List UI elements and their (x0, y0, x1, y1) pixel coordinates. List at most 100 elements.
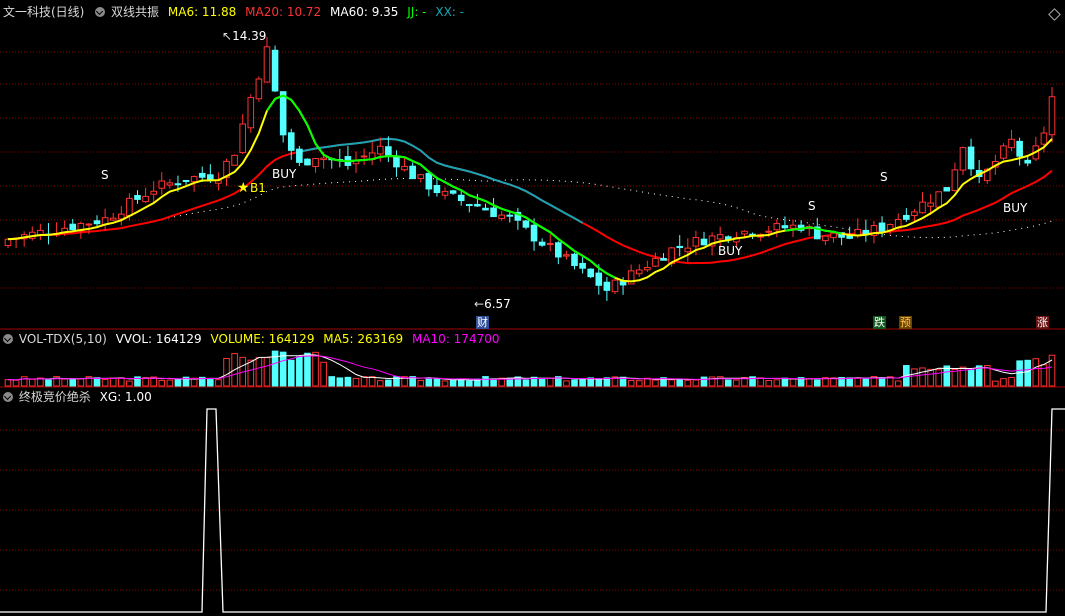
badge-yu[interactable]: 预 (899, 316, 912, 329)
candle-body (967, 146, 975, 170)
volume-bar (571, 379, 578, 387)
volume-bar (894, 380, 902, 387)
candle-body (376, 145, 384, 155)
volume-bar (279, 351, 287, 387)
volume-bar (676, 379, 684, 387)
volume-bar (765, 380, 773, 387)
candle-body (741, 230, 748, 235)
candle-body (959, 147, 967, 171)
signal-buy-3: BUY (1003, 201, 1028, 215)
candle-body (360, 155, 368, 158)
candle-body (490, 207, 497, 218)
candle-body (522, 220, 530, 228)
candle-body (506, 214, 514, 217)
badge-zhang[interactable]: 涨 (1036, 316, 1049, 329)
candle-body (198, 172, 206, 178)
candle-body (263, 46, 271, 83)
volume-bar (805, 378, 813, 387)
volume-bar (919, 367, 926, 387)
candle-body (239, 123, 246, 154)
volume-bar (304, 352, 311, 387)
candle-body (587, 268, 594, 278)
candle-body (93, 220, 101, 225)
signal-s-3: S (880, 170, 888, 184)
candle-body (4, 238, 12, 247)
volume-bar (296, 356, 303, 387)
volume-bar (344, 376, 352, 387)
candle-body (393, 155, 400, 168)
volume-bar (595, 378, 603, 387)
volume-bar (101, 378, 109, 387)
volume-bar (1000, 378, 1007, 387)
candle-body (401, 165, 408, 171)
volume-bar (951, 369, 959, 387)
candle-body (684, 247, 692, 253)
candle-body (1016, 140, 1023, 157)
volume-bar (207, 379, 214, 387)
low-price-label: ←6.57 (474, 297, 511, 311)
candle-body (482, 207, 489, 211)
candle-body (951, 169, 959, 191)
kline-chart[interactable] (0, 0, 1065, 616)
star-icon: ★ (237, 180, 250, 196)
candle-body (1024, 159, 1032, 164)
volume-bar (967, 369, 975, 387)
volume-bar (336, 377, 344, 387)
volume-bar (142, 377, 149, 387)
candle-body (150, 190, 157, 195)
candle-body (644, 266, 651, 271)
volume-bar (943, 365, 951, 387)
candle-body (134, 195, 141, 200)
volume-bar (166, 379, 174, 387)
volume-bar (433, 378, 441, 387)
candle-body (158, 180, 166, 189)
signal-b1: B1 (250, 181, 266, 195)
candle-body (773, 223, 781, 231)
candle-body (69, 223, 77, 231)
signal-buy-2: BUY (718, 244, 743, 258)
candle-body (781, 225, 789, 229)
candle-body (611, 279, 619, 293)
candle-body (417, 174, 425, 179)
signal-s-1: S (101, 168, 109, 182)
high-price-label: ↖14.39 (222, 29, 267, 43)
volume-bar (368, 376, 376, 387)
badge-cai[interactable]: 财 (476, 316, 489, 329)
candle-body (830, 232, 837, 239)
candle-body (126, 197, 133, 217)
volume-bar (441, 380, 449, 387)
volume-bar (757, 377, 764, 387)
volume-bar (328, 376, 336, 387)
badge-die[interactable]: 跌 (873, 316, 886, 329)
candle-body (457, 194, 465, 202)
candle-body (603, 281, 611, 291)
volume-bar (668, 379, 675, 387)
volume-bar (692, 379, 700, 387)
candle-body (789, 224, 797, 229)
volume-bar (684, 379, 692, 387)
volume-bar (360, 376, 368, 387)
candle-body (935, 191, 942, 208)
volume-bar (992, 380, 999, 387)
signal-buy-1: BUY (272, 167, 297, 181)
candle-body (441, 190, 449, 196)
volume-bar (77, 378, 85, 387)
volume-bar (733, 379, 740, 387)
candle-body (433, 184, 441, 194)
volume-bar (911, 368, 918, 387)
candle-body (530, 224, 538, 242)
volume-bar (700, 376, 708, 387)
volume-bar (457, 378, 465, 387)
candle-body (287, 132, 295, 151)
volume-bar (846, 377, 853, 387)
candle-body (296, 148, 303, 163)
volume-bar (320, 361, 327, 387)
volume-bar (385, 379, 392, 387)
candle-body (190, 176, 198, 183)
candle-body (1008, 138, 1015, 149)
volume-bar (247, 359, 255, 387)
volume-bar (773, 379, 781, 387)
candle-body (85, 223, 93, 226)
volume-bar (352, 377, 360, 387)
volume-bar (376, 380, 384, 387)
